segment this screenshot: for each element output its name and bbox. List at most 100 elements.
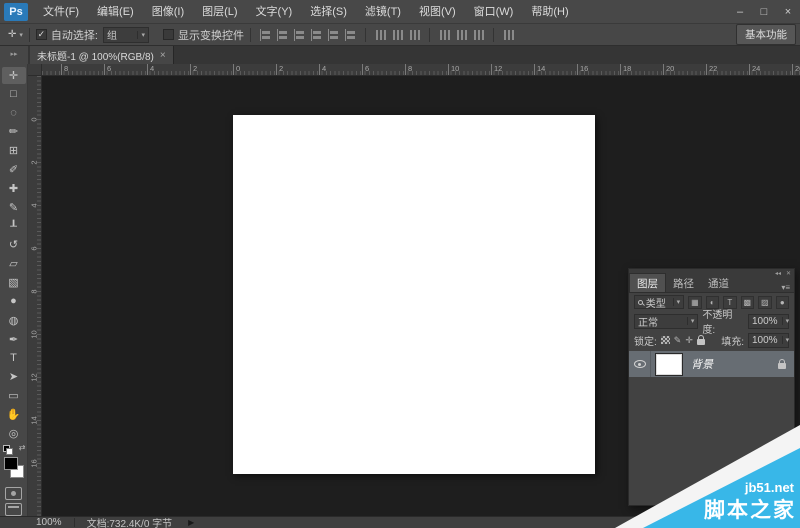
eye-icon	[633, 360, 646, 368]
align-bottom-edges-icon[interactable]	[293, 28, 306, 41]
watermark-site-name: 脚本之家	[704, 499, 796, 522]
gradient-tool-icon[interactable]: ▧	[2, 273, 26, 292]
minimize-button[interactable]: –	[728, 0, 752, 24]
tab-channels[interactable]: 通道	[701, 274, 736, 292]
dropdown-arrow-icon: ▾	[672, 298, 680, 306]
rectangle-tool-icon[interactable]: ▭	[2, 386, 26, 405]
distribute-vertical-centers-icon[interactable]	[391, 29, 404, 41]
zoom-level-field[interactable]: 100%	[36, 517, 62, 528]
document-tab-close-icon[interactable]: ×	[160, 50, 166, 61]
quick-selection-tool-icon[interactable]: ✏	[2, 123, 26, 142]
align-right-edges-icon[interactable]	[344, 28, 357, 41]
screen-mode-icon[interactable]	[5, 503, 22, 517]
maximize-button[interactable]: □	[752, 0, 776, 24]
ruler-origin-corner[interactable]	[28, 64, 42, 76]
distribute-right-edges-icon[interactable]	[472, 29, 485, 41]
opacity-dropdown[interactable]: 100% ▾	[748, 313, 789, 329]
rectangular-marquee-tool-icon[interactable]: □	[2, 85, 26, 104]
lock-transparent-pixels-icon[interactable]	[660, 336, 670, 344]
vertical-ruler[interactable]: 0 2 4 6 8 10 12 14 16	[28, 76, 42, 516]
menu-help[interactable]: 帮助(H)	[522, 0, 577, 24]
ruler-number: 10	[29, 330, 39, 339]
panel-collapse-icon[interactable]: ◂◂	[775, 270, 781, 277]
menu-select[interactable]: 选择(S)	[301, 0, 356, 24]
tab-paths[interactable]: 路径	[666, 274, 701, 292]
menu-image[interactable]: 图像(I)	[143, 0, 193, 24]
filter-toggle-icon[interactable]: ●	[775, 295, 790, 309]
zoom-tool-icon[interactable]: ◎	[2, 424, 26, 443]
menu-window[interactable]: 窗口(W)	[465, 0, 523, 24]
auto-select-checkbox[interactable]: ✓	[35, 29, 47, 40]
distribute-bottom-edges-icon[interactable]	[408, 29, 421, 41]
lock-all-icon[interactable]	[696, 335, 705, 345]
menu-view[interactable]: 视图(V)	[410, 0, 465, 24]
panel-tab-bar: 图层 路径 通道 ▾≡	[629, 273, 794, 293]
brush-tool-icon[interactable]: ✎	[2, 198, 26, 217]
show-transform-controls-checkbox[interactable]	[162, 29, 174, 40]
tool-preset-dropdown-icon[interactable]: ▾	[19, 31, 23, 39]
align-top-edges-icon[interactable]	[259, 28, 272, 41]
document-canvas[interactable]	[233, 115, 595, 474]
ruler-number: 24	[749, 64, 760, 75]
eyedropper-tool-icon[interactable]: ✐	[2, 160, 26, 179]
menu-type[interactable]: 文字(Y)	[247, 0, 302, 24]
layer-thumbnail[interactable]	[655, 352, 683, 376]
workspace-switcher-button[interactable]: 基本功能	[736, 24, 796, 45]
tab-layers[interactable]: 图层	[629, 273, 666, 292]
path-selection-tool-icon[interactable]: ➤	[2, 367, 26, 386]
ruler-number: 0	[233, 64, 240, 75]
close-button[interactable]: ×	[776, 0, 800, 24]
lock-image-pixels-icon[interactable]: ✎	[674, 335, 682, 346]
hand-tool-icon[interactable]: ✋	[2, 405, 26, 424]
menu-edit[interactable]: 编辑(E)	[88, 0, 143, 24]
history-brush-tool-icon[interactable]: ↺	[2, 235, 26, 254]
layer-filter-type-dropdown[interactable]: 类型 ▾	[634, 295, 685, 310]
fill-label: 填充:	[721, 336, 744, 348]
foreground-color-swatch[interactable]	[3, 457, 18, 471]
auto-select-target-dropdown[interactable]: 组 ▾	[102, 26, 149, 43]
lock-position-icon[interactable]: ✛	[685, 335, 693, 346]
panel-close-icon[interactable]: ✕	[786, 270, 791, 277]
options-separator	[428, 27, 430, 42]
distribute-top-edges-icon[interactable]	[374, 29, 387, 41]
blur-tool-icon[interactable]: ●	[2, 292, 26, 311]
eraser-tool-icon[interactable]: ▱	[2, 254, 26, 273]
panel-menu-icon[interactable]: ▾≡	[781, 283, 794, 292]
auto-align-layers-icon[interactable]	[502, 29, 515, 41]
crop-tool-icon[interactable]: ⊞	[2, 141, 26, 160]
layer-row-background[interactable]: 背景	[629, 351, 794, 377]
document-tab[interactable]: 未标题-1 @ 100%(RGB/8) ×	[30, 46, 174, 64]
spot-healing-brush-tool-icon[interactable]: ✚	[2, 179, 26, 198]
toolbox-collapse-icon[interactable]: ▸▸	[0, 46, 28, 64]
align-left-edges-icon[interactable]	[310, 28, 323, 41]
distribute-left-edges-icon[interactable]	[438, 29, 451, 41]
clone-stamp-tool-icon[interactable]: ┸	[2, 217, 26, 236]
layer-visibility-cell[interactable]	[629, 351, 651, 377]
lasso-tool-icon[interactable]: ◌	[2, 104, 26, 123]
pen-tool-icon[interactable]: ✒	[2, 330, 26, 349]
search-icon	[638, 299, 643, 305]
dodge-tool-icon[interactable]: ◍	[2, 311, 26, 330]
pixel-layer-filter-icon[interactable]: ▦	[688, 295, 702, 309]
menu-file[interactable]: 文件(F)	[34, 0, 88, 24]
blend-mode-dropdown[interactable]: 正常 ▾	[634, 313, 699, 329]
move-tool-icon[interactable]: ✛	[1, 67, 26, 84]
ruler-number: 8	[61, 64, 68, 75]
lock-label: 锁定:	[634, 336, 657, 348]
ruler-number: 22	[706, 64, 717, 75]
align-horizontal-centers-icon[interactable]	[327, 28, 340, 41]
swap-colors-icon[interactable]: ⇄	[19, 443, 26, 452]
status-options-arrow-icon[interactable]: ▶	[188, 518, 194, 527]
ruler-number: 12	[491, 64, 502, 75]
menu-filter[interactable]: 滤镜(T)	[356, 0, 410, 24]
quick-mask-mode-icon[interactable]	[5, 487, 22, 501]
align-vertical-centers-icon[interactable]	[276, 28, 289, 41]
smart-object-filter-icon[interactable]: ▨	[758, 295, 772, 309]
ruler-number: 4	[147, 64, 154, 75]
default-colors-icon[interactable]	[2, 444, 13, 455]
horizontal-ruler[interactable]: 8 6 4 2 0 2 4 6 8 10 12 14 16 18 20 22 2…	[42, 64, 800, 76]
distribute-horizontal-centers-icon[interactable]	[455, 29, 468, 41]
type-tool-icon[interactable]: T	[2, 348, 26, 367]
menu-layer[interactable]: 图层(L)	[193, 0, 246, 24]
fill-dropdown[interactable]: 100% ▾	[748, 332, 789, 348]
